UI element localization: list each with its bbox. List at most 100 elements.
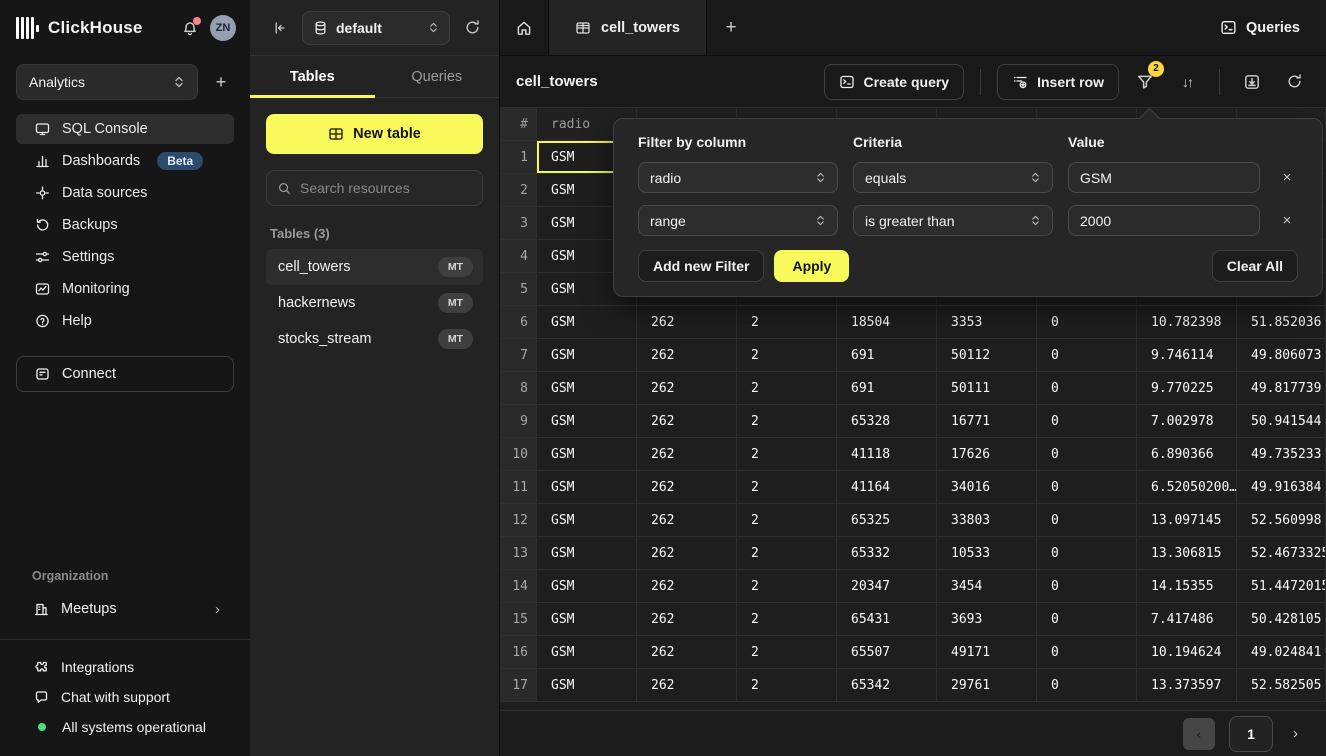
sort-button[interactable]: ↓↑ bbox=[1171, 66, 1203, 98]
table-cell[interactable]: 51.4472015 bbox=[1237, 570, 1326, 603]
table-cell[interactable]: 6.890366 bbox=[1137, 438, 1237, 471]
sidebar-item-sql-console[interactable]: SQL Console bbox=[16, 114, 234, 144]
table-cell[interactable]: 9.770225 bbox=[1137, 372, 1237, 405]
new-tab-button[interactable]: + bbox=[707, 0, 755, 55]
table-cell[interactable]: 20347 bbox=[837, 570, 937, 603]
table-cell[interactable]: 262 bbox=[637, 471, 737, 504]
table-cell[interactable]: 49.916384 bbox=[1237, 471, 1326, 504]
table-cell[interactable]: GSM bbox=[537, 471, 637, 504]
table-cell[interactable]: 262 bbox=[637, 438, 737, 471]
tab-cell-towers[interactable]: cell_towers bbox=[548, 0, 707, 55]
table-cell[interactable]: 262 bbox=[637, 603, 737, 636]
table-cell[interactable]: 262 bbox=[637, 537, 737, 570]
table-cell[interactable]: 65431 bbox=[837, 603, 937, 636]
tab-queries[interactable]: Queries bbox=[375, 56, 500, 97]
sidebar-item-dashboards[interactable]: Dashboards Beta bbox=[16, 146, 234, 176]
table-cell[interactable]: 33803 bbox=[937, 504, 1037, 537]
table-cell[interactable]: 262 bbox=[637, 339, 737, 372]
table-cell[interactable]: 262 bbox=[637, 504, 737, 537]
table-cell[interactable]: 65328 bbox=[837, 405, 937, 438]
table-cell[interactable]: GSM bbox=[537, 372, 637, 405]
table-cell[interactable]: 10.194624 bbox=[1137, 636, 1237, 669]
filter-value-input[interactable] bbox=[1068, 162, 1260, 193]
filter-criteria-select[interactable]: equals bbox=[853, 162, 1053, 193]
table-cell[interactable]: 262 bbox=[637, 405, 737, 438]
table-cell[interactable]: 13.306815 bbox=[1137, 537, 1237, 570]
previous-page-button[interactable]: ‹ bbox=[1183, 718, 1215, 750]
table-cell[interactable]: 691 bbox=[837, 372, 937, 405]
table-cell[interactable]: 52.560998 bbox=[1237, 504, 1326, 537]
table-cell[interactable]: 0 bbox=[1037, 537, 1137, 570]
table-cell[interactable]: 2 bbox=[737, 438, 837, 471]
table-cell[interactable]: 0 bbox=[1037, 339, 1137, 372]
table-cell[interactable]: 9.746114 bbox=[1137, 339, 1237, 372]
home-button[interactable] bbox=[500, 0, 548, 55]
table-cell[interactable]: 50112 bbox=[937, 339, 1037, 372]
table-cell[interactable]: 14.15355 bbox=[1137, 570, 1237, 603]
table-cell[interactable]: 2 bbox=[737, 570, 837, 603]
remove-filter-button[interactable]: × bbox=[1275, 166, 1299, 190]
table-cell[interactable]: 0 bbox=[1037, 504, 1137, 537]
next-page-button[interactable]: › bbox=[1287, 725, 1304, 742]
table-cell[interactable]: 2 bbox=[737, 471, 837, 504]
table-list-item-cell-towers[interactable]: cell_towers MT bbox=[266, 249, 483, 285]
filter-button[interactable]: 2 bbox=[1129, 66, 1161, 98]
table-cell[interactable]: 0 bbox=[1037, 306, 1137, 339]
add-workspace-button[interactable]: + bbox=[208, 69, 234, 95]
table-cell[interactable]: GSM bbox=[537, 636, 637, 669]
table-cell[interactable]: 2 bbox=[737, 504, 837, 537]
create-query-button[interactable]: Create query bbox=[824, 64, 965, 100]
table-cell[interactable]: 2 bbox=[737, 405, 837, 438]
table-cell[interactable]: 49.024841 bbox=[1237, 636, 1326, 669]
table-cell[interactable]: GSM bbox=[537, 339, 637, 372]
table-cell[interactable]: GSM bbox=[537, 537, 637, 570]
table-cell[interactable]: 691 bbox=[837, 339, 937, 372]
table-cell[interactable]: 2 bbox=[737, 306, 837, 339]
notifications-bell-icon[interactable] bbox=[178, 16, 202, 40]
table-cell[interactable]: 2 bbox=[737, 339, 837, 372]
table-cell[interactable]: 7.417486 bbox=[1137, 603, 1237, 636]
refresh-table-button[interactable] bbox=[1278, 66, 1310, 98]
table-cell[interactable]: 41118 bbox=[837, 438, 937, 471]
table-cell[interactable]: 13.373597 bbox=[1137, 669, 1237, 702]
current-page-button[interactable]: 1 bbox=[1229, 716, 1273, 752]
table-cell[interactable]: 3454 bbox=[937, 570, 1037, 603]
table-cell[interactable]: 16771 bbox=[937, 405, 1037, 438]
table-list-item-stocks-stream[interactable]: stocks_stream MT bbox=[266, 321, 483, 357]
table-cell[interactable]: 0 bbox=[1037, 372, 1137, 405]
table-cell[interactable]: 17626 bbox=[937, 438, 1037, 471]
sidebar-item-meetups[interactable]: Meetups › bbox=[16, 593, 234, 625]
table-cell[interactable]: 52.582505 bbox=[1237, 669, 1326, 702]
filter-column-select[interactable]: radio bbox=[638, 162, 838, 193]
table-cell[interactable]: GSM bbox=[537, 570, 637, 603]
table-cell[interactable]: 2 bbox=[737, 669, 837, 702]
table-cell[interactable]: 0 bbox=[1037, 570, 1137, 603]
table-cell[interactable]: 0 bbox=[1037, 636, 1137, 669]
queries-button[interactable]: Queries bbox=[1194, 0, 1326, 55]
table-cell[interactable]: 7.002978 bbox=[1137, 405, 1237, 438]
sidebar-item-data-sources[interactable]: Data sources bbox=[16, 178, 234, 208]
search-resources-input[interactable] bbox=[300, 180, 481, 196]
table-cell[interactable]: GSM bbox=[537, 603, 637, 636]
sidebar-item-settings[interactable]: Settings bbox=[16, 242, 234, 272]
table-cell[interactable]: 0 bbox=[1037, 603, 1137, 636]
table-cell[interactable]: 50.428105 bbox=[1237, 603, 1326, 636]
connect-button[interactable]: Connect bbox=[16, 356, 234, 392]
sidebar-item-monitoring[interactable]: Monitoring bbox=[16, 274, 234, 304]
table-cell[interactable]: 0 bbox=[1037, 405, 1137, 438]
table-cell[interactable]: 41164 bbox=[837, 471, 937, 504]
apply-filters-button[interactable]: Apply bbox=[774, 250, 849, 282]
table-cell[interactable]: 65342 bbox=[837, 669, 937, 702]
table-cell[interactable]: 262 bbox=[637, 570, 737, 603]
table-cell[interactable]: 51.852036 bbox=[1237, 306, 1326, 339]
table-cell[interactable]: 49171 bbox=[937, 636, 1037, 669]
clear-all-filters-button[interactable]: Clear All bbox=[1212, 250, 1298, 282]
table-cell[interactable]: 2 bbox=[737, 372, 837, 405]
sidebar-item-integrations[interactable]: Integrations bbox=[0, 652, 250, 682]
user-avatar[interactable]: ZN bbox=[210, 15, 236, 41]
filter-value-input[interactable] bbox=[1068, 205, 1260, 236]
system-status[interactable]: All systems operational bbox=[0, 712, 250, 742]
table-cell[interactable]: 52.4673325 bbox=[1237, 537, 1326, 570]
table-cell[interactable]: 50.941544 bbox=[1237, 405, 1326, 438]
table-cell[interactable]: 34016 bbox=[937, 471, 1037, 504]
